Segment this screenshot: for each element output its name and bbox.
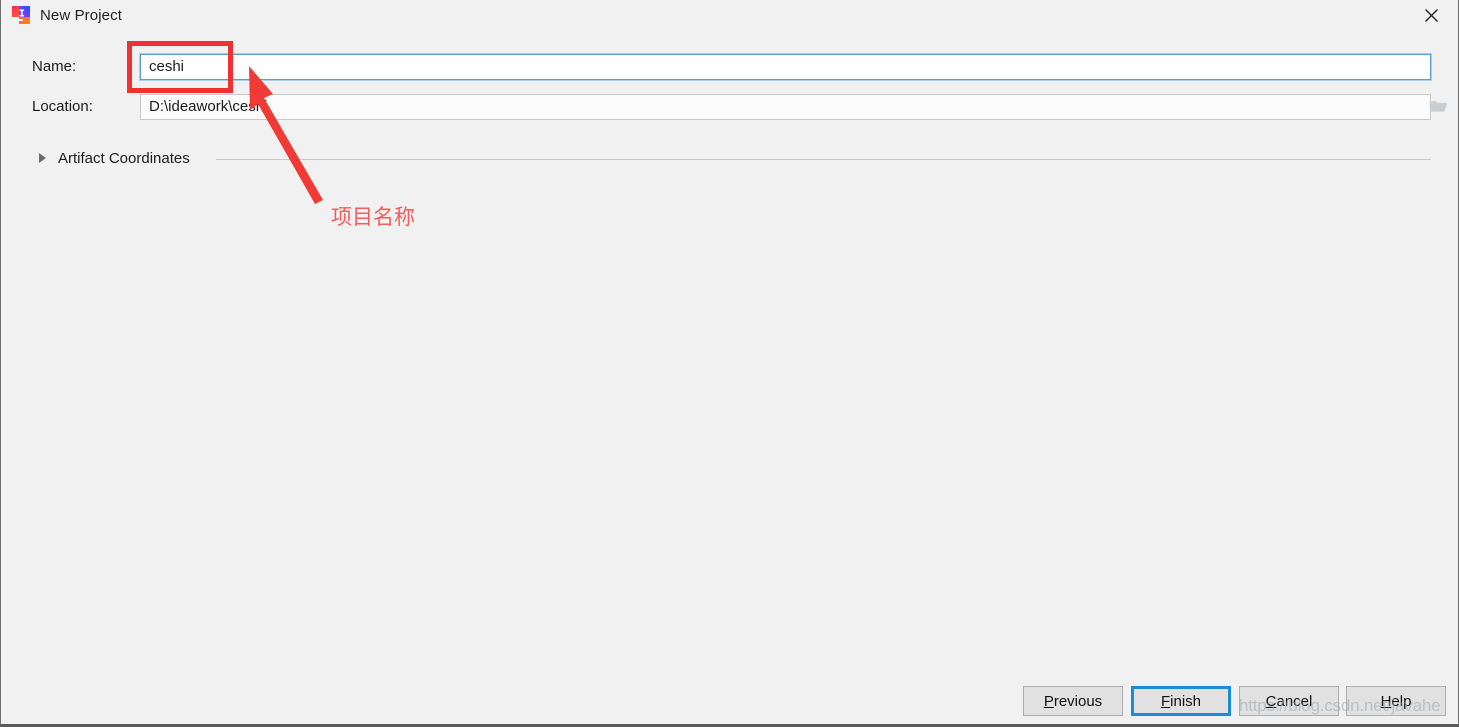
title-bar: New Project [1, 0, 1458, 30]
name-label: Name: [32, 58, 77, 75]
folder-icon[interactable] [1429, 99, 1448, 114]
section-divider [216, 159, 1431, 160]
intellij-idea-icon [12, 6, 30, 24]
artifact-coordinates-label: Artifact Coordinates [58, 150, 190, 167]
window-title: New Project [40, 6, 122, 24]
location-input[interactable]: D:\ideawork\ceshi [140, 94, 1431, 120]
new-project-dialog: New Project Name: ceshi Location: D:\ide… [0, 0, 1459, 727]
annotation-callout-text: 项目名称 [331, 205, 415, 229]
close-icon[interactable] [1402, 0, 1458, 30]
chevron-right-icon[interactable] [39, 153, 46, 163]
annotation-arrow-icon [231, 60, 351, 210]
previous-button[interactable]: Previous [1023, 686, 1123, 716]
watermark: https://blog.csdn.net/javahe [1239, 696, 1441, 715]
location-label: Location: [32, 98, 93, 115]
name-input[interactable]: ceshi [139, 53, 1432, 81]
location-row: Location: D:\ideawork\ceshi [1, 94, 1458, 120]
finish-button[interactable]: Finish [1131, 686, 1231, 716]
annotation-highlight-rect [127, 41, 233, 93]
artifact-coordinates-section[interactable]: Artifact Coordinates [1, 148, 1458, 170]
